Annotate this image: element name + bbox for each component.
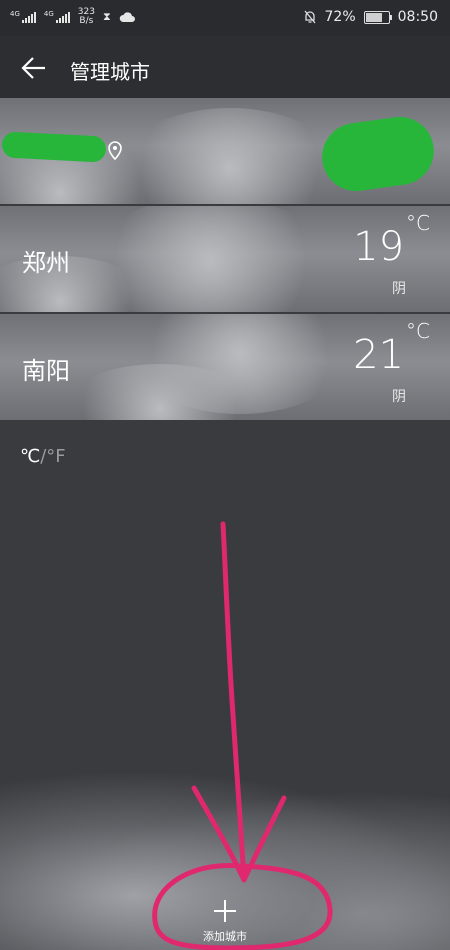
status-bar: 4G 4G 323 B/s ⧗ 72% 08:50 <box>0 0 450 36</box>
location-pin-icon <box>108 141 122 161</box>
city-name: 郑州 <box>22 249 70 277</box>
network-speed: 323 B/s <box>77 7 95 26</box>
city-card-nanyang[interactable]: 南阳 21°C 阴 <box>0 314 450 420</box>
back-arrow-icon[interactable] <box>20 54 48 82</box>
city-name: 南阳 <box>22 357 70 385</box>
redaction-mark-temp <box>317 112 439 196</box>
fahrenheit-option[interactable]: °F <box>46 446 65 467</box>
clock: 08:50 <box>397 9 438 25</box>
city-card-zhengzhou[interactable]: 郑州 19°C 阴 <box>0 206 450 312</box>
city-temperature: 19°C <box>353 210 430 270</box>
status-left: 4G 4G 323 B/s ⧗ <box>10 8 135 26</box>
mute-bell-icon <box>304 10 316 24</box>
temperature-unit-toggle[interactable]: ℃/°F <box>20 446 66 467</box>
city-temperature: 21°C <box>353 318 430 378</box>
page-title: 管理城市 <box>70 60 150 84</box>
hourglass-icon: ⧗ <box>102 10 111 23</box>
battery-percent: 72% <box>324 9 356 25</box>
cloud-icon <box>119 12 135 22</box>
signal-sim1-icon: 4G <box>10 11 36 23</box>
weather-condition: 阴 <box>392 281 406 297</box>
weather-condition: 阴 <box>392 389 406 405</box>
celsius-option[interactable]: ℃ <box>20 446 40 467</box>
redaction-mark-name <box>1 131 107 163</box>
city-card-current-location[interactable] <box>0 98 450 204</box>
signal-sim2-icon: 4G <box>44 11 70 23</box>
add-city-label: 添加城市 <box>203 930 247 943</box>
status-right: 72% 08:50 <box>303 9 438 25</box>
plus-icon <box>214 900 236 922</box>
battery-icon <box>363 10 392 24</box>
app-header: 管理城市 <box>0 36 450 100</box>
add-city-button[interactable]: 添加城市 <box>185 890 265 950</box>
